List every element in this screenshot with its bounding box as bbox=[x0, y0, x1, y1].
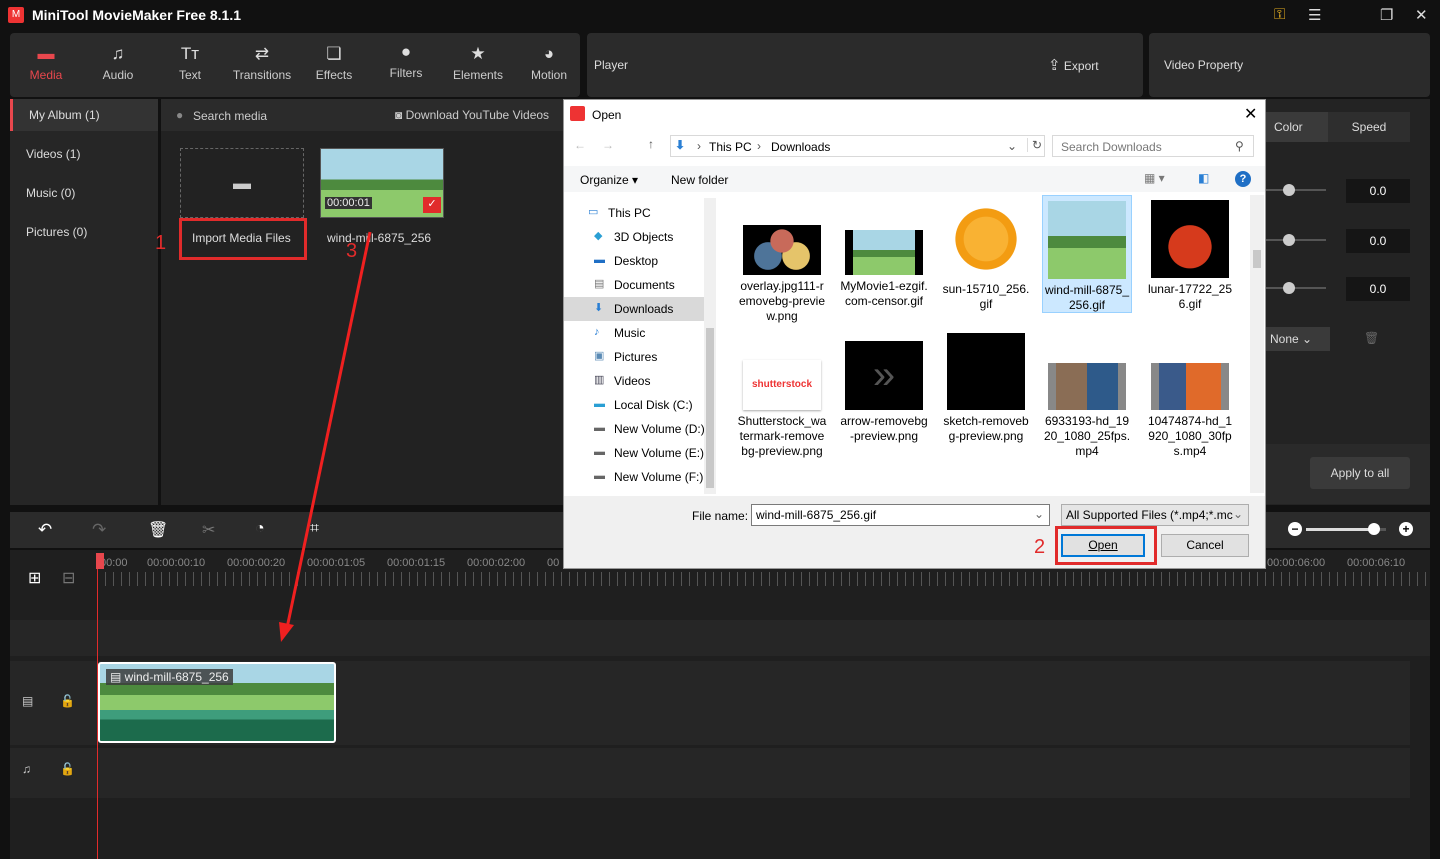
annotation-arrow bbox=[279, 231, 372, 642]
